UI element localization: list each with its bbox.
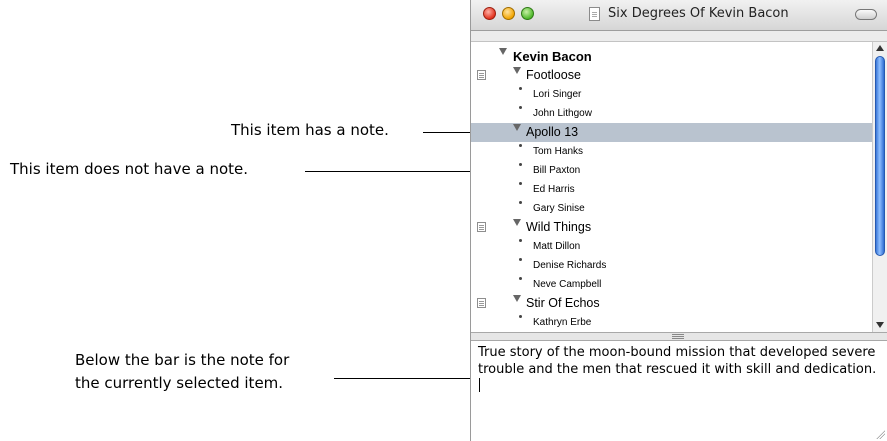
outline-row-selected[interactable]: Apollo 13 xyxy=(471,123,872,142)
zoom-button[interactable] xyxy=(521,7,534,20)
bullet-icon xyxy=(519,87,522,90)
note-indicator-icon[interactable] xyxy=(477,222,486,232)
bullet-icon xyxy=(519,163,522,166)
callout-has-note: This item has a note. xyxy=(231,121,389,139)
note-indicator-icon[interactable] xyxy=(477,70,486,80)
outline-item-label: John Lithgow xyxy=(533,108,592,119)
outline-row[interactable]: Ed Harris xyxy=(471,180,872,199)
outline-row[interactable]: Lori Singer xyxy=(471,85,872,104)
outline-item-label: Kevin Bacon xyxy=(513,49,592,64)
outline-row[interactable]: Stir Of Echos xyxy=(471,294,872,313)
divider-grip-icon[interactable] xyxy=(672,334,684,335)
disclosure-triangle-icon[interactable] xyxy=(513,295,521,302)
split-view-divider[interactable] xyxy=(471,332,887,341)
disclosure-triangle-icon[interactable] xyxy=(513,219,521,226)
callout-has-note-leader xyxy=(423,132,475,133)
resize-grip-icon[interactable] xyxy=(875,429,885,439)
scroll-thumb[interactable] xyxy=(875,56,885,256)
note-text-area[interactable]: True story of the moon-bound mission tha… xyxy=(478,344,878,395)
vertical-scrollbar[interactable] xyxy=(872,42,887,332)
document-icon[interactable] xyxy=(589,7,600,21)
callout-below-bar-leader xyxy=(334,378,477,379)
note-editor[interactable]: True story of the moon-bound mission tha… xyxy=(471,341,887,441)
scroll-up-arrow-icon[interactable] xyxy=(876,45,884,51)
callout-no-note-leader xyxy=(305,171,475,172)
outline-item-label: Tom Hanks xyxy=(533,146,584,157)
outline-row[interactable]: Denise Richards xyxy=(471,256,872,275)
bullet-icon xyxy=(519,239,522,242)
outline-item-label: Denise Richards xyxy=(533,260,607,271)
outline-item-label: Gary Sinise xyxy=(533,203,585,214)
outline-item-label: Bill Paxton xyxy=(533,165,581,176)
disclosure-triangle-icon[interactable] xyxy=(513,67,521,74)
disclosure-triangle-icon[interactable] xyxy=(499,48,507,55)
callout-no-note: This item does not have a note. xyxy=(10,160,249,178)
outline-item-label: Stir Of Echos xyxy=(526,296,600,310)
close-button[interactable] xyxy=(483,7,496,20)
outline-row[interactable]: Bill Paxton xyxy=(471,161,872,180)
outline-row[interactable]: Kathryn Erbe xyxy=(471,313,872,332)
bullet-icon xyxy=(519,201,522,204)
outline-row[interactable]: John Lithgow xyxy=(471,104,872,123)
outline-item-label: Kathryn Erbe xyxy=(533,317,592,328)
text-cursor xyxy=(479,378,480,392)
column-header-strip xyxy=(471,31,887,42)
window-title: Six Degrees Of Kevin Bacon xyxy=(608,6,789,21)
outline-row[interactable]: Tom Hanks xyxy=(471,142,872,161)
outline-row[interactable]: Wild Things xyxy=(471,218,872,237)
bullet-icon xyxy=(519,277,522,280)
outline-item-label: Footloose xyxy=(526,68,581,82)
bullet-icon xyxy=(519,315,522,318)
note-indicator-icon[interactable] xyxy=(477,298,486,308)
callout-below-bar-line2: the currently selected item. xyxy=(75,374,284,392)
outline-view[interactable]: Kevin Bacon Footloose Lori Singer John Lith… xyxy=(471,42,872,332)
outliner-window: Six Degrees Of Kevin Bacon Kevin Bacon Fo… xyxy=(470,0,887,441)
outline-item-label: Lori Singer xyxy=(533,89,582,100)
disclosure-triangle-icon[interactable] xyxy=(513,124,521,131)
title-bar[interactable]: Six Degrees Of Kevin Bacon xyxy=(471,0,887,31)
outline-item-label: Wild Things xyxy=(526,220,592,234)
outline-row[interactable]: Neve Campbell xyxy=(471,275,872,294)
bullet-icon xyxy=(519,182,522,185)
outline-row[interactable]: Gary Sinise xyxy=(471,199,872,218)
outline-row[interactable]: Matt Dillon xyxy=(471,237,872,256)
outline-item-label: Neve Campbell xyxy=(533,279,602,290)
scroll-down-arrow-icon[interactable] xyxy=(876,322,884,328)
outline-row[interactable]: Footloose xyxy=(471,66,872,85)
bullet-icon xyxy=(519,144,522,147)
note-text: True story of the moon-bound mission tha… xyxy=(478,345,877,377)
minimize-button[interactable] xyxy=(502,7,515,20)
bullet-icon xyxy=(519,106,522,109)
outline-item-label: Matt Dillon xyxy=(533,241,581,252)
toolbar-toggle-button[interactable] xyxy=(855,9,877,20)
outline-item-label: Ed Harris xyxy=(533,184,575,195)
bullet-icon xyxy=(519,258,522,261)
callout-below-bar-line1: Below the bar is the note for xyxy=(75,351,290,369)
outline-row[interactable]: Kevin Bacon xyxy=(471,47,872,66)
outline-item-label: Apollo 13 xyxy=(526,125,579,139)
